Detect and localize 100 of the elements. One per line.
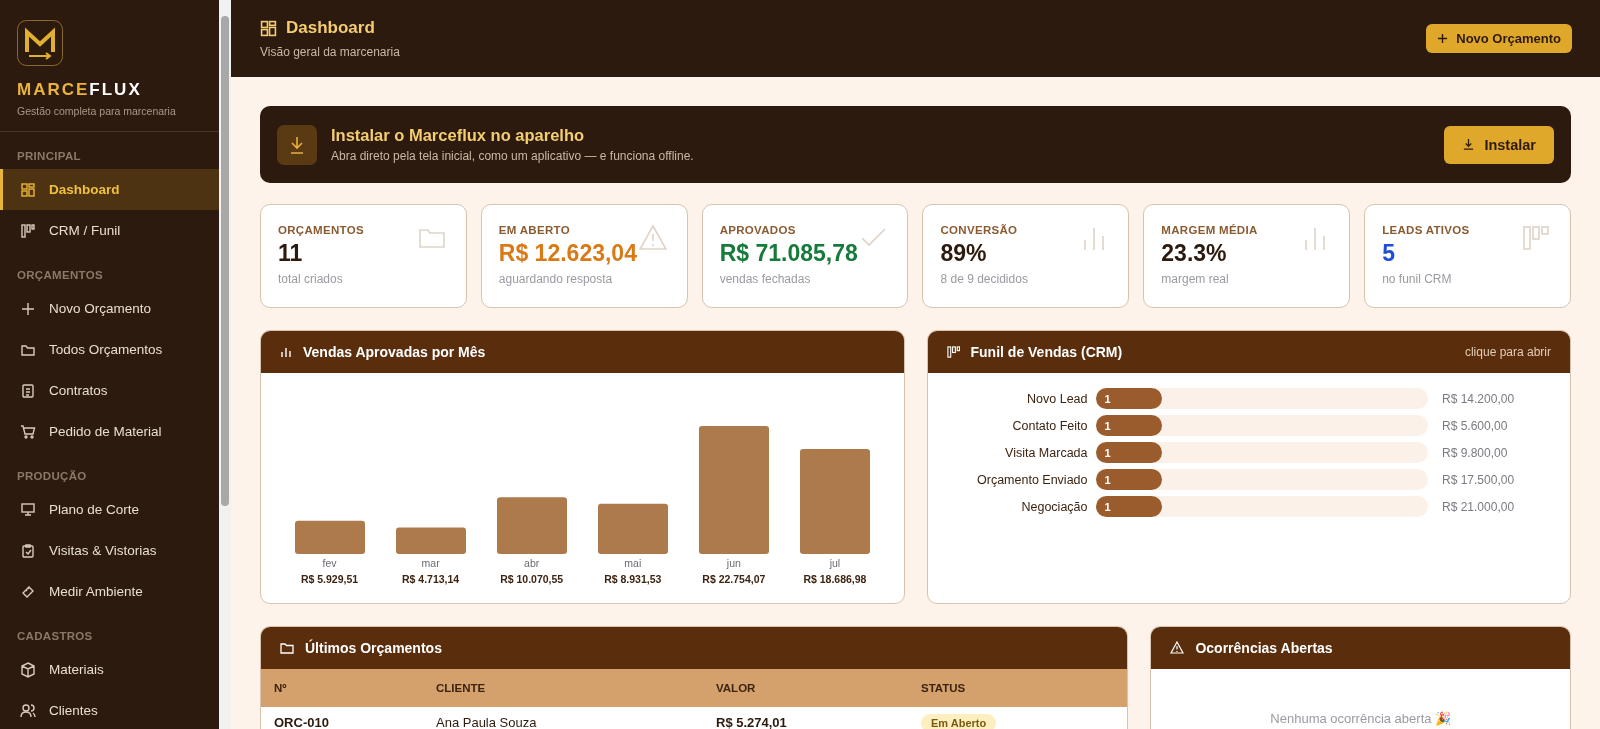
panel-title: Vendas Aprovadas por Mês (303, 344, 486, 360)
sidebar-item[interactable]: Todos Orçamentos (0, 329, 219, 370)
plus-icon (1437, 33, 1449, 44)
kpi-caption: aguardando resposta (498, 272, 614, 286)
kpi-label: APROVADOS (719, 224, 797, 236)
cube-icon (20, 661, 36, 678)
brand-name: MARCEFLUX (17, 80, 143, 100)
section-heading: PRODUÇÃO (16, 469, 88, 484)
chart-bar (395, 527, 466, 554)
stage-amount: R$ 5.600,00 (1441, 418, 1509, 433)
section-heading: CADASTROS (16, 629, 94, 644)
clipboard-icon (20, 542, 36, 559)
stage-bar: 1 (1095, 469, 1162, 490)
table-cell-text: ORC-010 (274, 714, 330, 729)
value-label: R$ 22.754,07 (702, 573, 766, 585)
stage-amount: R$ 17.500,00 (1441, 472, 1516, 487)
users-icon (20, 702, 36, 719)
sidebar-item[interactable]: Pedido de Material (0, 411, 219, 452)
stage-bar: 1 (1095, 496, 1162, 517)
columns-icon (946, 345, 960, 359)
stage-label: Novo Lead (1026, 391, 1088, 406)
kpi-caption: 8 de 9 decididos (940, 272, 1029, 286)
axis-label: abr (524, 557, 540, 569)
chart-bar (294, 520, 365, 554)
column-header: STATUS (921, 682, 967, 694)
install-button[interactable]: Instalar (1444, 125, 1554, 164)
stage-bar: 1 (1095, 388, 1162, 409)
column-header: VALOR (716, 682, 757, 694)
kpi-caption: margem real (1161, 272, 1230, 286)
chart-bar (597, 503, 668, 554)
axis-label: jul (829, 557, 841, 569)
page-title: Dashboard (286, 18, 375, 38)
column-header: Nº (274, 682, 288, 694)
stage-amount: R$ 14.200,00 (1441, 391, 1516, 406)
scrollbar[interactable] (219, 0, 231, 729)
plus-icon (20, 300, 36, 317)
sidebar-item[interactable]: Plano de Corte (0, 489, 219, 530)
section-heading: PRINCIPAL (16, 149, 82, 164)
sidebar-item[interactable]: Visitas & Vistorias (0, 530, 219, 571)
kpi-value: 5 (1382, 240, 1396, 267)
value-label: R$ 18.686,98 (803, 573, 867, 585)
sidebar-item[interactable]: Novo Orçamento (0, 288, 219, 329)
kpi-value: 89% (940, 240, 988, 267)
axis-label: fev (322, 557, 337, 569)
bar-chart-icon (280, 346, 292, 358)
stage-amount: R$ 9.800,00 (1441, 445, 1509, 460)
table-cell-text: Ana Paula Souza (436, 714, 538, 729)
value-label: R$ 10.070,55 (500, 573, 564, 585)
chart-bar (496, 497, 567, 554)
sidebar-item[interactable]: Clientes (0, 690, 219, 729)
axis-label: mar (421, 557, 440, 569)
kpi-caption: no funil CRM (1382, 272, 1453, 286)
kpi-label: CONVERSÃO (940, 224, 1019, 236)
kpi-value: R$ 12.623,04 (498, 240, 638, 267)
axis-label: jun (726, 557, 741, 569)
kpi-label: MARGEM MÉDIA (1161, 224, 1259, 236)
panel-title: Últimos Orçamentos (305, 640, 442, 656)
value-label: R$ 5.929,51 (300, 573, 359, 585)
stage-label: Visita Marcada (1004, 445, 1088, 460)
page-subtitle: Visão geral da marcenaria (260, 45, 400, 59)
value-label: R$ 8.931,53 (604, 573, 662, 585)
new-quote-button[interactable]: Novo Orçamento (1426, 24, 1572, 53)
sidebar-item[interactable]: Materiais (0, 649, 219, 690)
stage-bar: 1 (1095, 415, 1162, 436)
stage-label: Orçamento Enviado (976, 472, 1088, 487)
warning-icon (1170, 641, 1185, 655)
kpi-value: 23.3% (1161, 240, 1228, 267)
section-heading: ORÇAMENTOS (16, 268, 104, 283)
axis-label: mai (624, 557, 642, 569)
warning-icon (638, 224, 667, 252)
column-header: CLIENTE (436, 682, 487, 694)
sidebar-item[interactable]: Medir Ambiente (0, 571, 219, 612)
panel-title: Funil de Vendas (CRM) (970, 344, 1123, 360)
sidebar-item[interactable]: Dashboard (0, 169, 219, 210)
dashboard-icon (20, 181, 36, 198)
kpi-label: LEADS ATIVOS (1382, 224, 1471, 236)
logo-icon (17, 20, 63, 66)
folder-icon (280, 641, 294, 655)
banner-text: Abra direto pela tela inicial, como um aplicativo — e funciona offline. (331, 149, 695, 163)
document-icon (20, 382, 36, 399)
stage-bar: 1 (1095, 442, 1162, 463)
kpi-label: EM ABERTO (498, 224, 571, 236)
cart-icon (20, 423, 36, 440)
stage-label: Contato Feito (1011, 418, 1088, 433)
open-link[interactable]: clique para abrir (1464, 345, 1551, 359)
value-label: R$ 4.713,14 (402, 573, 460, 585)
sidebar-item[interactable]: CRM / Funil (0, 210, 219, 251)
download-icon (277, 124, 317, 165)
sidebar-item[interactable]: Contratos (0, 370, 219, 411)
stage-label: Negociação (1020, 499, 1088, 514)
monitor-icon (20, 501, 36, 518)
dashboard-icon (260, 19, 277, 37)
panel-title: Ocorrências Abertas (1195, 640, 1333, 656)
empty-message: Nenhuma ocorrência aberta 🎉 (1269, 711, 1453, 726)
kpi-label: ORÇAMENTOS (278, 224, 365, 236)
kpi-value: 11 (278, 240, 304, 267)
download-icon (1462, 138, 1476, 151)
columns-icon (1522, 224, 1550, 252)
columns-icon (20, 222, 36, 239)
kpi-caption: vendas fechadas (719, 272, 812, 286)
